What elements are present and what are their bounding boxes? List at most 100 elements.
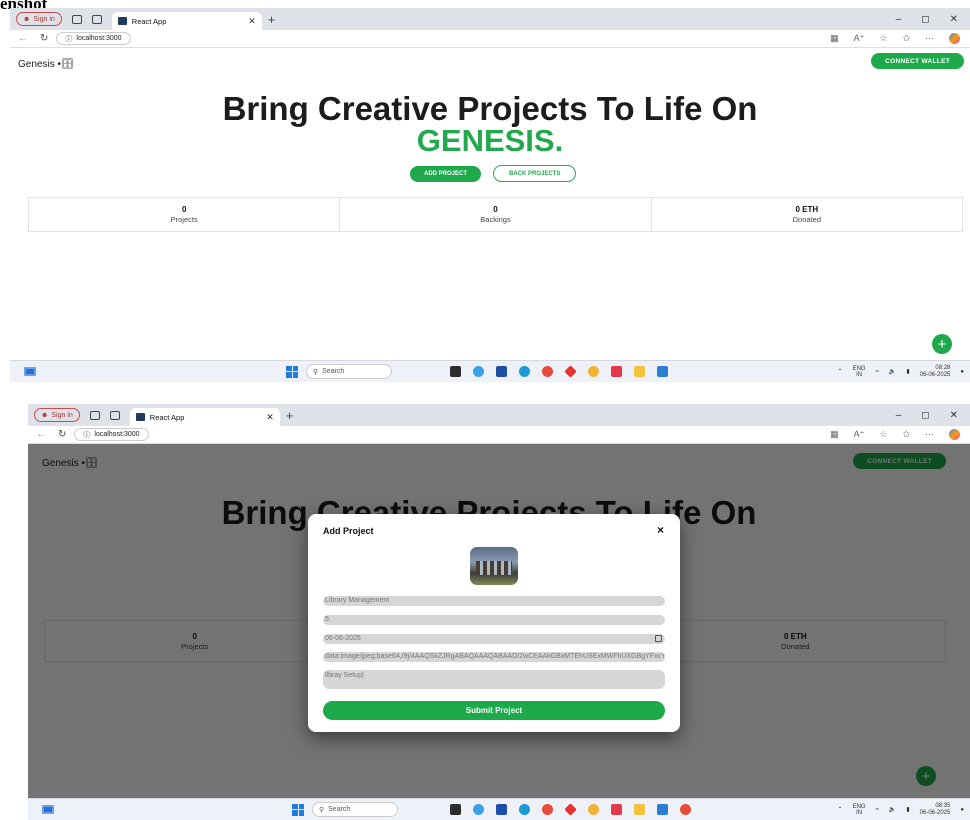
address-bar: ← ↻ ⓘ localhost:3000 ▦ A⁺ ☆ ✩ ⋯ (28, 426, 970, 444)
notification-bell-icon[interactable]: ● (960, 369, 964, 375)
refresh-icon[interactable]: ↻ (40, 33, 48, 44)
connect-wallet-button[interactable]: CONNECT WALLET (871, 53, 964, 69)
hero-subtitle: GENESIS. (416, 123, 564, 158)
maximize-icon[interactable]: ◻ (921, 410, 929, 421)
vscode-icon[interactable] (657, 366, 668, 377)
task-view-icon[interactable] (450, 366, 461, 377)
sign-in-button[interactable]: ☻ Sign in (34, 408, 80, 422)
clock[interactable]: 08:28 06-06-2025 (920, 365, 951, 378)
copilot-icon[interactable] (949, 33, 960, 44)
volume-icon[interactable]: 🔈 (889, 368, 896, 375)
reading-view-icon[interactable]: ▦ (830, 33, 839, 44)
favorite-star-icon[interactable]: ☆ (879, 33, 887, 44)
calendar-icon[interactable] (655, 635, 662, 642)
url-field[interactable]: ⓘ localhost:3000 (56, 32, 131, 45)
minimize-icon[interactable]: – (896, 14, 902, 25)
language-indicator[interactable]: ENG IN (853, 804, 866, 816)
add-fab-button[interactable]: + (932, 334, 952, 354)
wifi-icon[interactable]: ≈ (876, 807, 879, 813)
submit-project-button[interactable]: Submit Project (323, 701, 665, 720)
project-image-url-field[interactable]: data:image/jpeg;base64,/9j/4AAQSkZJRgABA… (323, 652, 665, 662)
file-explorer-icon[interactable] (634, 366, 645, 377)
vscode-icon[interactable] (657, 804, 668, 815)
minimize-icon[interactable]: – (896, 410, 902, 421)
refresh-icon[interactable]: ↻ (58, 429, 66, 440)
chrome-icon[interactable] (542, 366, 553, 377)
widgets-icon[interactable] (42, 805, 54, 814)
browser-tab-bar: ☻ Sign in React App ✕ + – ◻ ✕ (28, 404, 970, 426)
copilot-app-icon[interactable] (473, 804, 484, 815)
workspaces-icon[interactable] (89, 410, 100, 420)
favorite-star-icon[interactable]: ☆ (879, 429, 887, 440)
battery-icon[interactable]: ▮ (906, 368, 909, 375)
widgets-icon[interactable] (24, 367, 36, 376)
git-icon[interactable] (564, 365, 577, 378)
close-tab-icon[interactable]: ✕ (248, 16, 256, 27)
read-aloud-icon[interactable]: A⁺ (854, 33, 865, 44)
maximize-icon[interactable]: ◻ (921, 14, 929, 25)
reading-view-icon[interactable]: ▦ (830, 429, 839, 440)
favorites-icon[interactable]: ✩ (902, 33, 910, 44)
battery-icon[interactable]: ▮ (906, 806, 909, 813)
tab-actions-icon[interactable] (109, 410, 120, 420)
chrome-icon[interactable] (680, 804, 691, 815)
taskbar-search-input[interactable]: ⚲ Search (306, 364, 392, 379)
close-modal-button[interactable]: × (657, 523, 664, 537)
figma-icon[interactable] (588, 366, 599, 377)
edge-icon[interactable] (519, 366, 530, 377)
notification-bell-icon[interactable]: ● (960, 807, 964, 813)
pocket-icon[interactable] (611, 804, 622, 815)
workspaces-icon[interactable] (71, 14, 82, 24)
pocket-icon[interactable] (611, 366, 622, 377)
stat-projects: 0Projects (29, 198, 341, 231)
file-explorer-icon[interactable] (634, 804, 645, 815)
project-amount-field[interactable]: 5 (323, 615, 665, 625)
sign-in-button[interactable]: ☻ Sign in (16, 12, 62, 26)
chevron-up-icon[interactable]: ⌃ (838, 806, 843, 813)
new-tab-icon[interactable]: + (286, 408, 294, 423)
edge-icon[interactable] (519, 804, 530, 815)
brand-logo[interactable]: Genesis •🗄 (18, 59, 74, 70)
search-icon: ⚲ (319, 806, 325, 814)
close-tab-icon[interactable]: ✕ (266, 412, 274, 423)
language-indicator[interactable]: ENG IN (853, 366, 866, 378)
browser-tab[interactable]: React App ✕ (111, 12, 262, 30)
search-icon: ⚲ (313, 368, 319, 376)
read-aloud-icon[interactable]: A⁺ (854, 429, 865, 440)
screenshot-add-project-modal: ☻ Sign in React App ✕ + – ◻ ✕ ← ↻ ⓘ localhos… (28, 404, 970, 820)
clock[interactable]: 08:35 06-06-2025 (920, 803, 951, 816)
taskbar-search-input[interactable]: ⚲ Search (312, 802, 398, 817)
back-icon[interactable]: ← (36, 429, 46, 440)
start-icon[interactable] (286, 365, 298, 378)
tab-actions-icon[interactable] (91, 14, 102, 24)
start-icon[interactable] (292, 803, 304, 816)
chrome-icon[interactable] (542, 804, 553, 815)
app-page: Genesis •🗄 CONNECT WALLET Bring Creative… (10, 48, 970, 360)
stats-panel: 0Projects 0Backings 0 ETHDonated (28, 197, 963, 232)
store-icon[interactable] (496, 804, 507, 815)
modal-title: Add Project (323, 526, 374, 536)
back-projects-button[interactable]: BACK PROJECTS (493, 165, 577, 182)
more-menu-icon[interactable]: ⋯ (925, 429, 934, 440)
git-icon[interactable] (564, 803, 577, 816)
project-title-field[interactable]: Library Management (323, 596, 665, 606)
new-tab-icon[interactable]: + (268, 12, 276, 27)
store-icon[interactable] (496, 366, 507, 377)
back-icon[interactable]: ← (18, 33, 28, 44)
chevron-up-icon[interactable]: ⌃ (838, 368, 843, 375)
close-window-icon[interactable]: ✕ (950, 14, 958, 25)
copilot-icon[interactable] (949, 429, 960, 440)
copilot-app-icon[interactable] (473, 366, 484, 377)
more-menu-icon[interactable]: ⋯ (925, 33, 934, 44)
project-date-field[interactable]: 06-06-2025 (323, 634, 665, 644)
volume-icon[interactable]: 🔈 (889, 806, 896, 813)
project-description-field[interactable]: llbray Setup| (323, 670, 665, 689)
task-view-icon[interactable] (450, 804, 461, 815)
wifi-icon[interactable]: ≈ (876, 369, 879, 375)
url-field[interactable]: ⓘ localhost:3000 (74, 428, 149, 441)
add-project-button[interactable]: ADD PROJECT (410, 166, 482, 182)
favorites-icon[interactable]: ✩ (902, 429, 910, 440)
browser-tab[interactable]: React App ✕ (129, 408, 280, 426)
close-window-icon[interactable]: ✕ (950, 410, 958, 421)
figma-icon[interactable] (588, 804, 599, 815)
